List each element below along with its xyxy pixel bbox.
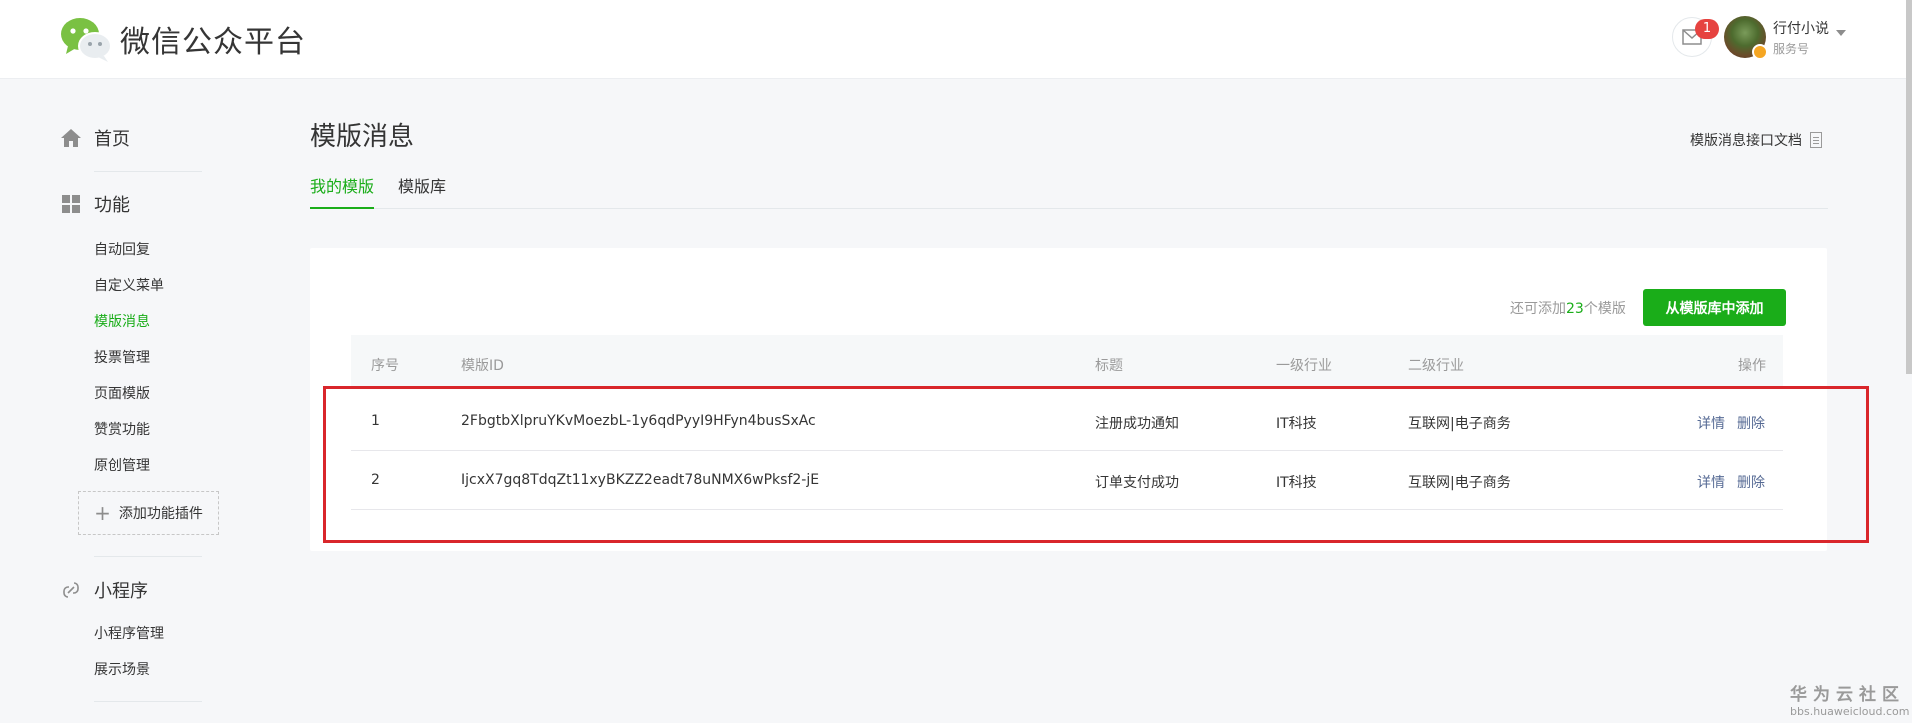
sidebar-section-features: 功能 <box>60 191 130 217</box>
sidebar-item-auto-reply[interactable]: 自动回复 <box>94 239 150 259</box>
sidebar-item-reward[interactable]: 赞赏功能 <box>94 419 150 439</box>
sidebar-item-vote[interactable]: 投票管理 <box>94 347 150 367</box>
table-header: 序号 模版ID 标题 一级行业 二级行业 操作 <box>351 335 1783 389</box>
header-no: 序号 <box>371 358 399 374</box>
add-plugin-button[interactable]: + 添加功能插件 <box>78 491 219 535</box>
tab-template-library[interactable]: 模版库 <box>398 175 446 209</box>
link-icon <box>60 579 82 601</box>
tab-bar: 我的模版 模版库 <box>310 175 1828 209</box>
quota-count: 23 <box>1566 301 1584 317</box>
page-scrollbar[interactable] <box>1906 0 1912 374</box>
home-icon <box>60 127 82 149</box>
watermark-title: 华为云社区 <box>1790 685 1905 705</box>
sidebar-item-miniprogram-manage[interactable]: 小程序管理 <box>94 623 164 643</box>
sidebar-item-original[interactable]: 原创管理 <box>94 455 150 475</box>
quota-suffix: 个模版 <box>1583 301 1626 317</box>
watermark: 华为云社区 bbs.huaweicloud.com <box>1790 680 1909 718</box>
quota-text: 还可添加23个模版 <box>1510 298 1626 318</box>
header-actions: 操作 <box>1738 358 1766 374</box>
grid-icon <box>60 193 82 215</box>
document-icon <box>1810 132 1822 148</box>
sidebar-home-label: 首页 <box>94 129 130 150</box>
add-from-library-button[interactable]: 从模版库中添加 <box>1643 289 1786 326</box>
highlight-box <box>323 386 1869 543</box>
header-industry-2: 二级行业 <box>1408 358 1464 374</box>
sidebar-item-page-template[interactable]: 页面模版 <box>94 383 150 403</box>
sidebar-item-template-message[interactable]: 模版消息 <box>94 311 150 331</box>
api-doc-label: 模版消息接口文档 <box>1690 133 1802 149</box>
page-title: 模版消息 <box>310 122 415 152</box>
sidebar-section-miniprogram: 小程序 <box>60 577 148 603</box>
logo[interactable]: 微信公众平台 <box>60 16 306 62</box>
sidebar-miniprogram-label: 小程序 <box>94 581 148 602</box>
sidebar-divider <box>94 701 202 702</box>
sidebar-divider <box>94 171 202 172</box>
api-doc-link[interactable]: 模版消息接口文档 <box>1690 130 1822 150</box>
sidebar-item-home[interactable]: 首页 <box>60 125 130 151</box>
sidebar-item-display-scene[interactable]: 展示场景 <box>94 659 150 679</box>
verified-icon <box>1752 44 1768 60</box>
sidebar-item-custom-menu[interactable]: 自定义菜单 <box>94 275 164 295</box>
notification-badge: 1 <box>1695 19 1719 39</box>
account-type: 服务号 <box>1773 42 1810 56</box>
account-name[interactable]: 行付小说 <box>1773 18 1829 38</box>
wechat-logo-icon <box>61 18 112 62</box>
logo-text: 微信公众平台 <box>120 25 306 60</box>
header-industry-1: 一级行业 <box>1276 358 1332 374</box>
plus-icon: + <box>94 501 111 525</box>
tab-my-templates[interactable]: 我的模版 <box>310 175 375 209</box>
sidebar-features-label: 功能 <box>94 195 130 216</box>
header-title: 标题 <box>1095 358 1123 374</box>
add-plugin-label: 添加功能插件 <box>118 506 203 522</box>
sidebar-divider <box>94 556 202 557</box>
top-header: 微信公众平台 1 行付小说 服务号 <box>0 0 1912 79</box>
header-template-id: 模版ID <box>461 358 504 374</box>
chevron-down-icon[interactable] <box>1836 30 1846 36</box>
watermark-url: bbs.huaweicloud.com <box>1790 705 1910 718</box>
quota-prefix: 还可添加 <box>1510 301 1566 317</box>
